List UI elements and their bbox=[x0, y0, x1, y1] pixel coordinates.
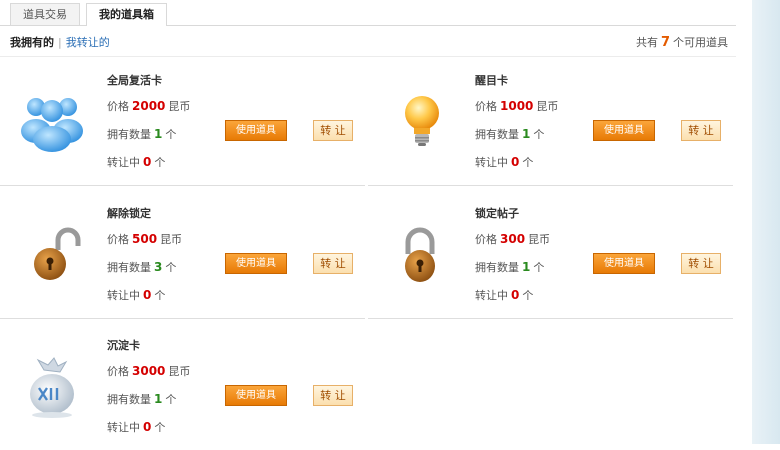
lightbulb-icon bbox=[405, 96, 439, 146]
item-transferring: 转让中 0 个 bbox=[475, 154, 533, 170]
count-number: 7 bbox=[660, 35, 670, 50]
unit-label: 个 bbox=[522, 156, 534, 169]
item-owned: 拥有数量 1 个 bbox=[107, 391, 176, 407]
unit-label: 个 bbox=[154, 289, 166, 302]
count-prefix: 共有 bbox=[635, 36, 658, 49]
owned-label: 拥有数量 bbox=[475, 128, 519, 141]
item-price: 价格 500 昆币 bbox=[107, 231, 182, 247]
owned-value: 3 bbox=[154, 260, 163, 274]
transfer-button[interactable]: 转 让 bbox=[681, 253, 721, 274]
transfer-label: 转让中 bbox=[107, 156, 140, 169]
item-transferring: 转让中 0 个 bbox=[107, 287, 165, 303]
currency-label: 昆币 bbox=[528, 233, 551, 246]
owned-value: 1 bbox=[522, 127, 531, 141]
item-owned: 拥有数量 1 个 bbox=[475, 259, 544, 275]
transfer-value: 0 bbox=[143, 155, 152, 169]
item-name: 醒目卡 bbox=[475, 74, 508, 87]
transfer-label: 转让中 bbox=[107, 421, 140, 434]
currency-label: 昆币 bbox=[168, 100, 191, 113]
transfer-button[interactable]: 转 让 bbox=[681, 120, 721, 141]
price-value: 1000 bbox=[500, 99, 534, 113]
item-name: 解除锁定 bbox=[107, 207, 151, 220]
unit-label: 个 bbox=[522, 289, 534, 302]
item-owned: 拥有数量 3 个 bbox=[107, 259, 176, 275]
currency-label: 昆币 bbox=[160, 233, 183, 246]
price-label: 价格 bbox=[475, 233, 497, 246]
owned-label: 拥有数量 bbox=[107, 128, 151, 141]
currency-label: 昆币 bbox=[536, 100, 559, 113]
price-value: 2000 bbox=[132, 99, 166, 113]
unit-label: 个 bbox=[165, 128, 177, 141]
item-name: 沉淀卡 bbox=[107, 339, 140, 352]
unit-label: 个 bbox=[165, 261, 177, 274]
filter-links: 我拥有的 | 我转让的 bbox=[10, 34, 110, 50]
price-label: 价格 bbox=[107, 233, 129, 246]
price-value: 500 bbox=[132, 232, 158, 246]
item-price: 价格 2000 昆币 bbox=[107, 98, 190, 114]
owned-value: 1 bbox=[154, 392, 163, 406]
price-label: 价格 bbox=[475, 100, 497, 113]
price-label: 价格 bbox=[107, 100, 129, 113]
item-card-lock-thread: 锁定帖子 价格 300 昆币 拥有数量 1 个 转让中 0 个 使用道具 转 让 bbox=[368, 190, 733, 319]
item-price: 价格 300 昆币 bbox=[475, 231, 550, 247]
item-owned: 拥有数量 1 个 bbox=[475, 126, 544, 142]
unit-label: 个 bbox=[154, 421, 166, 434]
tab-my-item-box[interactable]: 我的道具箱 bbox=[86, 3, 167, 26]
people-icon bbox=[21, 98, 83, 152]
tab-bar: 道具交易 我的道具箱 bbox=[0, 0, 736, 26]
price-value: 3000 bbox=[132, 364, 166, 378]
transfer-label: 转让中 bbox=[475, 156, 508, 169]
use-item-button[interactable]: 使用道具 bbox=[225, 253, 287, 274]
currency-label: 昆币 bbox=[168, 365, 191, 378]
price-value: 300 bbox=[500, 232, 526, 246]
item-card-revive: 全局复活卡 价格 2000 昆币 拥有数量 1 个 转让中 0 个 使用道具 转 让 bbox=[0, 57, 365, 186]
unit-label: 个 bbox=[533, 261, 545, 274]
transfer-button[interactable]: 转 让 bbox=[313, 385, 353, 406]
transfer-value: 0 bbox=[143, 420, 152, 434]
bag-icon bbox=[30, 357, 74, 418]
owned-label: 拥有数量 bbox=[475, 261, 519, 274]
transfer-value: 0 bbox=[511, 288, 520, 302]
unit-label: 个 bbox=[533, 128, 545, 141]
available-count: 共有 7 个可用道具 bbox=[636, 34, 728, 50]
price-label: 价格 bbox=[107, 365, 129, 378]
owned-label: 拥有数量 bbox=[107, 393, 151, 406]
lock-icon bbox=[405, 227, 435, 282]
unit-label: 个 bbox=[154, 156, 166, 169]
item-price: 价格 1000 昆币 bbox=[475, 98, 558, 114]
use-item-button[interactable]: 使用道具 bbox=[593, 120, 655, 141]
item-card-sink: 沉淀卡 价格 3000 昆币 拥有数量 1 个 转让中 0 个 使用道具 转 让 bbox=[0, 322, 365, 450]
item-price: 价格 3000 昆币 bbox=[107, 363, 190, 379]
use-item-button[interactable]: 使用道具 bbox=[225, 385, 287, 406]
transfer-value: 0 bbox=[143, 288, 152, 302]
transfer-label: 转让中 bbox=[107, 289, 140, 302]
unlock-icon bbox=[34, 227, 81, 280]
item-transferring: 转让中 0 个 bbox=[475, 287, 533, 303]
filter-separator: | bbox=[58, 36, 62, 49]
transfer-button[interactable]: 转 让 bbox=[313, 120, 353, 141]
owned-value: 1 bbox=[522, 260, 531, 274]
transfer-button[interactable]: 转 让 bbox=[313, 253, 353, 274]
item-card-highlight: 醒目卡 价格 1000 昆币 拥有数量 1 个 转让中 0 个 使用道具 转 让 bbox=[368, 57, 733, 186]
count-suffix: 个可用道具 bbox=[673, 36, 728, 49]
filter-bar: 我拥有的 | 我转让的 共有 7 个可用道具 bbox=[0, 26, 736, 57]
owned-value: 1 bbox=[154, 127, 163, 141]
transfer-label: 转让中 bbox=[475, 289, 508, 302]
use-item-button[interactable]: 使用道具 bbox=[593, 253, 655, 274]
item-name: 全局复活卡 bbox=[107, 74, 162, 87]
filter-owned[interactable]: 我拥有的 bbox=[10, 36, 54, 49]
transfer-value: 0 bbox=[511, 155, 520, 169]
unit-label: 个 bbox=[165, 393, 177, 406]
item-card-unlock: 解除锁定 价格 500 昆币 拥有数量 3 个 转让中 0 个 使用道具 转 让 bbox=[0, 190, 365, 319]
item-owned: 拥有数量 1 个 bbox=[107, 126, 176, 142]
item-transferring: 转让中 0 个 bbox=[107, 154, 165, 170]
use-item-button[interactable]: 使用道具 bbox=[225, 120, 287, 141]
item-transferring: 转让中 0 个 bbox=[107, 419, 165, 435]
filter-transferred[interactable]: 我转让的 bbox=[66, 36, 110, 49]
item-name: 锁定帖子 bbox=[475, 207, 519, 220]
tab-item-trade[interactable]: 道具交易 bbox=[10, 3, 80, 25]
owned-label: 拥有数量 bbox=[107, 261, 151, 274]
right-edge-strip bbox=[752, 0, 780, 444]
